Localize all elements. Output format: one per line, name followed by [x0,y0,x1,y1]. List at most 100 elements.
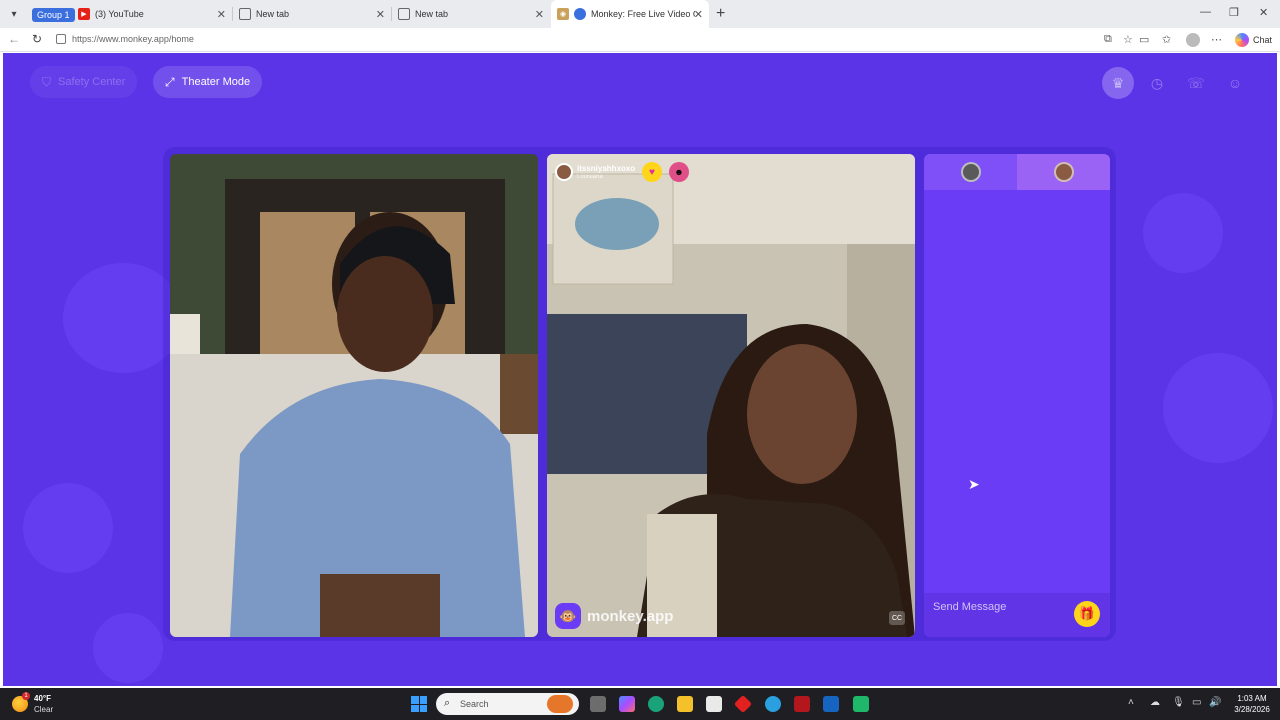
close-tab-icon[interactable]: ✕ [217,8,226,21]
background-decoration [93,613,163,683]
remote-video-feed: itssniyahhxoxo Louisiana ♥ ☻ 🐵 monkey.ap… [547,154,915,637]
address-toolbar: ← ↻ https://www.monkey.app/home ⧉ ☆ ▭ ✩ … [0,28,1280,52]
heart-icon[interactable]: ♥ [642,162,662,182]
copilot-icon[interactable] [1235,33,1249,47]
task-view-icon[interactable] [590,696,606,712]
clock-time: 1:03 AM [1237,694,1267,703]
add-friend-icon[interactable]: ☻ [669,162,689,182]
tab-title: New tab [256,9,290,19]
chat-tab-remote[interactable] [1017,154,1110,190]
start-windows-icon[interactable] [411,696,427,712]
tab-new-tab-1[interactable]: New tab ✕ [233,0,391,28]
close-tab-icon[interactable]: ✕ [694,8,703,21]
windows-taskbar: 1 40°F Clear ⌕ Search ˄ ☁ 🎙 ▭ 🔊 1:03 AM … [0,688,1280,720]
more-menu-icon[interactable]: ⋯ [1211,33,1222,46]
history-icon[interactable]: ◷ [1141,67,1173,99]
edge-icon[interactable] [648,696,664,712]
tab-title: (3) YouTube [95,9,144,19]
search-highlight-icon [547,695,573,713]
minimize-icon[interactable]: — [1200,6,1211,18]
taskbar-search[interactable]: ⌕ Search [436,693,579,715]
copilot-app-icon[interactable] [619,696,635,712]
theater-mode-label: Theater Mode [181,76,251,88]
tab-title: New tab [415,9,449,19]
remote-username: itssniyahhxoxo [577,163,636,173]
tab-title: Monkey: Free Live Video Chat [591,9,695,19]
monkey-icon [574,8,586,20]
message-input[interactable]: Send Message [933,601,1006,613]
newtab-icon [239,8,251,20]
monkey-watermark: 🐵 monkey.app [555,603,673,629]
tab-new-tab-2[interactable]: New tab ✕ [392,0,550,28]
local-video-feed [170,154,538,637]
temperature[interactable]: 40°F [34,694,51,703]
tab-group-pill[interactable]: Group 1 [32,8,75,22]
speaker-icon: ◉ [557,8,569,20]
theater-mode-button[interactable]: ⤢ Theater Mode [153,66,263,98]
back-arrow-icon[interactable]: ← [8,32,20,46]
tab-monkey[interactable]: ◉ Monkey: Free Live Video Chat ✕ [551,0,709,28]
url-input[interactable]: https://www.monkey.app/home [72,34,194,44]
mcafee-icon[interactable] [794,696,810,712]
chat-panel: Send Message 🎁 [924,154,1110,637]
shield-icon: ⛉ [42,74,52,89]
crown-icon[interactable]: ♛ [1102,67,1134,99]
browser-tab-bar: ▾ Group 1 ▶ (3) YouTube ✕ New tab ✕ New … [0,0,1280,28]
chat-bubble-icon[interactable]: ☏ [1180,67,1212,99]
chat-tab-self[interactable] [924,154,1017,190]
search-placeholder: Search [460,699,489,709]
network-icon[interactable]: ▭ [1192,697,1201,708]
tab-youtube[interactable]: ▶ (3) YouTube ✕ [72,0,232,28]
monkey-logo-icon: 🐵 [555,603,581,629]
camera-icon[interactable]: ▭ [1139,33,1149,46]
copilot-chat-button[interactable]: Chat [1253,35,1272,45]
remote-user-chip[interactable]: itssniyahhxoxo Louisiana [555,161,635,183]
file-explorer-icon[interactable] [677,696,693,712]
youtube-icon: ▶ [78,8,90,20]
newtab-icon [398,8,410,20]
show-hidden-icons-chevron-icon[interactable]: ˄ [1128,697,1134,708]
site-info-icon[interactable] [56,34,66,44]
browser-alt-icon[interactable] [765,696,781,712]
restore-icon[interactable]: ❐ [1229,6,1239,19]
refresh-icon[interactable]: ↻ [32,32,42,46]
mouse-pointer-icon: ➤ [968,476,980,492]
close-window-icon[interactable]: ✕ [1259,6,1268,19]
gift-icon[interactable]: 🎁 [1074,601,1100,627]
onedrive-cloud-icon[interactable]: ☁ [1150,697,1160,708]
background-decoration [23,483,113,573]
favorite-star-icon[interactable]: ☆ [1123,33,1133,46]
local-video-frame [170,154,538,637]
microphone-icon[interactable]: 🎙 [1172,697,1185,708]
chat-tabs [924,154,1110,190]
remote-user-avatar [555,163,573,181]
captions-icon[interactable]: CC [889,611,905,625]
profile-avatar[interactable] [1186,33,1200,47]
monkey-page: ⛉ Safety Center ⤢ Theater Mode ♛ ◷ ☏ ☺ i… [3,53,1277,686]
tab-actions-chevron-icon[interactable]: ▾ [4,4,24,24]
brand-name: monkey.app [587,607,674,625]
app-green-icon[interactable] [853,696,869,712]
search-icon: ⌕ [444,697,451,709]
close-tab-icon[interactable]: ✕ [535,8,544,21]
self-avatar [960,162,981,182]
background-decoration [1143,193,1223,273]
app-available-icon[interactable]: ⧉ [1104,33,1112,46]
app-red-icon[interactable] [733,694,753,714]
volume-icon[interactable]: 🔊 [1209,697,1221,708]
clock-date: 3/28/2026 [1234,705,1270,714]
remote-location: Louisiana [577,173,603,180]
safety-center-label: Safety Center [58,76,126,88]
background-decoration [1163,353,1273,463]
notification-badge: 1 [22,692,30,700]
favorites-list-icon[interactable]: ✩ [1162,33,1171,46]
expand-icon: ⤢ [165,74,175,89]
outlook-icon[interactable] [823,696,839,712]
monkey-face-icon[interactable]: ☺ [1219,67,1251,99]
close-tab-icon[interactable]: ✕ [376,8,385,21]
store-icon[interactable] [706,696,722,712]
new-tab-plus-icon[interactable]: + [716,5,725,23]
system-clock[interactable]: 1:03 AM 3/28/2026 [1230,693,1274,715]
safety-center-button[interactable]: ⛉ Safety Center [30,66,138,98]
weather-condition: Clear [34,705,54,714]
